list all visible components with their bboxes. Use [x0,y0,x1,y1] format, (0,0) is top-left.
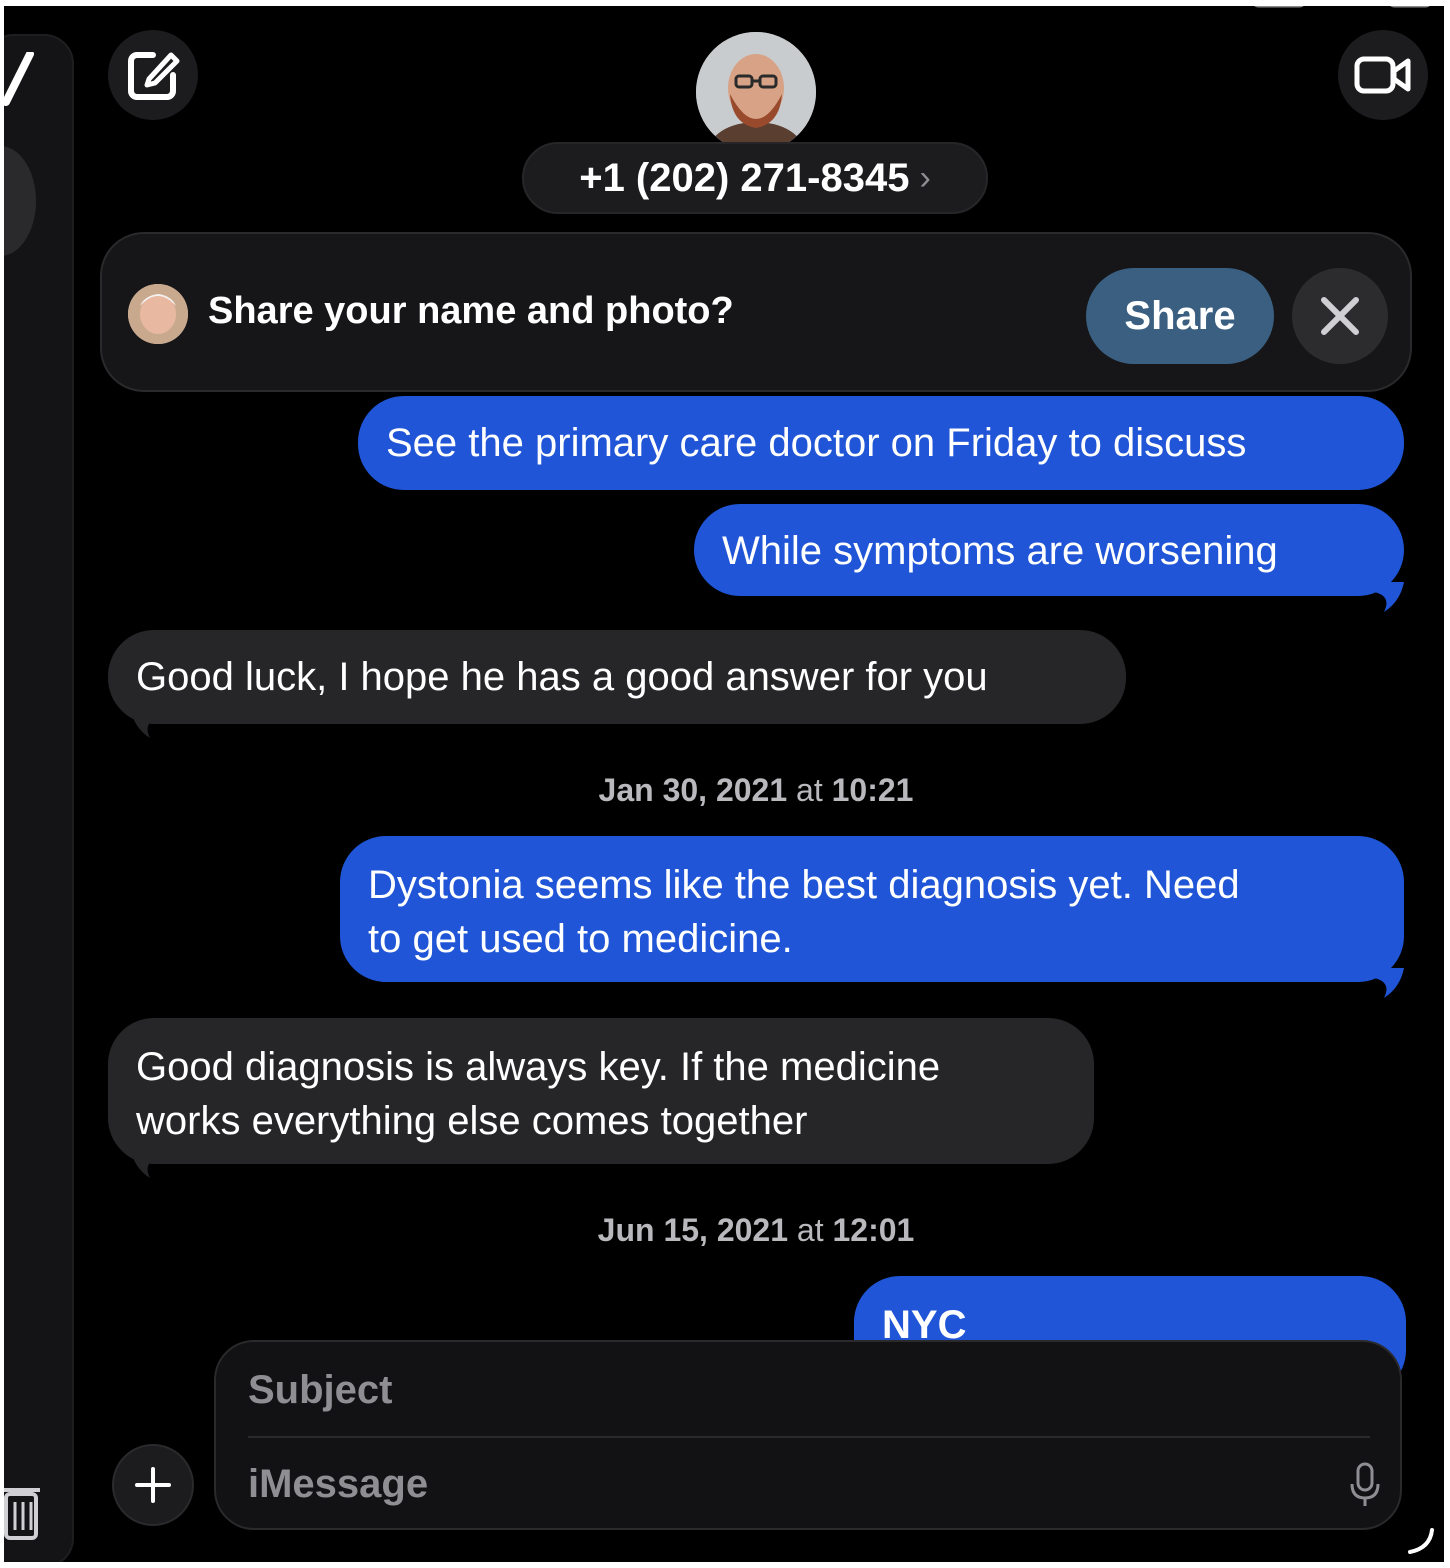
plus-icon [135,1467,171,1503]
composer-divider [248,1436,1370,1438]
message-line: Dystonia seems like the best diagnosis y… [368,863,1240,907]
message-bubble-received[interactable]: Good diagnosis is always key. If the med… [108,1018,1094,1164]
messages-screen: +1 (202) 271-8345 › Share your name and … [4,6,1444,1562]
subject-field[interactable]: Subject [248,1368,392,1413]
corner-handle [1408,1528,1434,1554]
timestamp-time: 10:21 [831,772,914,808]
chevron-right-icon: › [919,158,931,197]
message-line: works everything else comes together [136,1099,808,1143]
message-line: to get used to medicine. [368,917,793,961]
message-bubble-received[interactable]: Good luck, I hope he has a good answer f… [108,630,1126,724]
timestamp-date: Jan 30, 2021 [598,772,788,808]
checkmark-icon[interactable] [4,50,44,112]
bubble-tail [130,708,160,738]
trash-icon[interactable] [4,1478,44,1542]
message-text: Good luck, I hope he has a good answer f… [136,655,988,699]
close-banner-button[interactable] [1292,268,1388,364]
bubble-tail [1374,968,1404,998]
contact-avatar[interactable] [696,32,816,152]
timestamp-time: 12:01 [832,1212,915,1248]
video-call-icon [1354,56,1411,94]
bubble-tail [1374,582,1404,612]
message-composer: Subject iMessage [214,1340,1402,1530]
banner-text: Share your name and photo? [208,290,734,332]
status-bar-fragment [1154,6,1444,12]
timestamp-date: Jun 15, 2021 [597,1212,789,1248]
message-text: While symptoms are worsening [722,529,1278,573]
share-name-banner: Share your name and photo? Share [100,232,1412,392]
contact-number: +1 (202) 271-8345 [579,155,910,200]
close-icon [1321,297,1359,335]
message-text: See the primary care doctor on Friday to… [386,421,1247,465]
my-avatar [128,284,188,344]
microphone-icon[interactable] [1348,1462,1382,1508]
share-button[interactable]: Share [1086,268,1274,364]
message-bubble-sent[interactable]: Dystonia seems like the best diagnosis y… [340,836,1404,982]
contact-name-button[interactable]: +1 (202) 271-8345 › [522,142,988,214]
compose-button[interactable] [108,30,198,120]
video-call-button[interactable] [1338,30,1428,120]
message-bubble-sent[interactable]: While symptoms are worsening [694,504,1404,596]
imessage-input[interactable]: iMessage [248,1462,428,1507]
timestamp: Jun 15, 2021 at 12:01 [4,1212,1444,1249]
bubble-tail [130,1148,160,1178]
message-line: Good diagnosis is always key. If the med… [136,1045,941,1089]
add-attachment-button[interactable] [112,1444,194,1526]
timestamp-at: at [796,1212,824,1248]
timestamp-at: at [796,772,823,808]
timestamp: Jan 30, 2021 at 10:21 [4,772,1444,809]
compose-icon [128,52,180,100]
message-bubble-sent[interactable]: See the primary care doctor on Friday to… [358,396,1404,490]
